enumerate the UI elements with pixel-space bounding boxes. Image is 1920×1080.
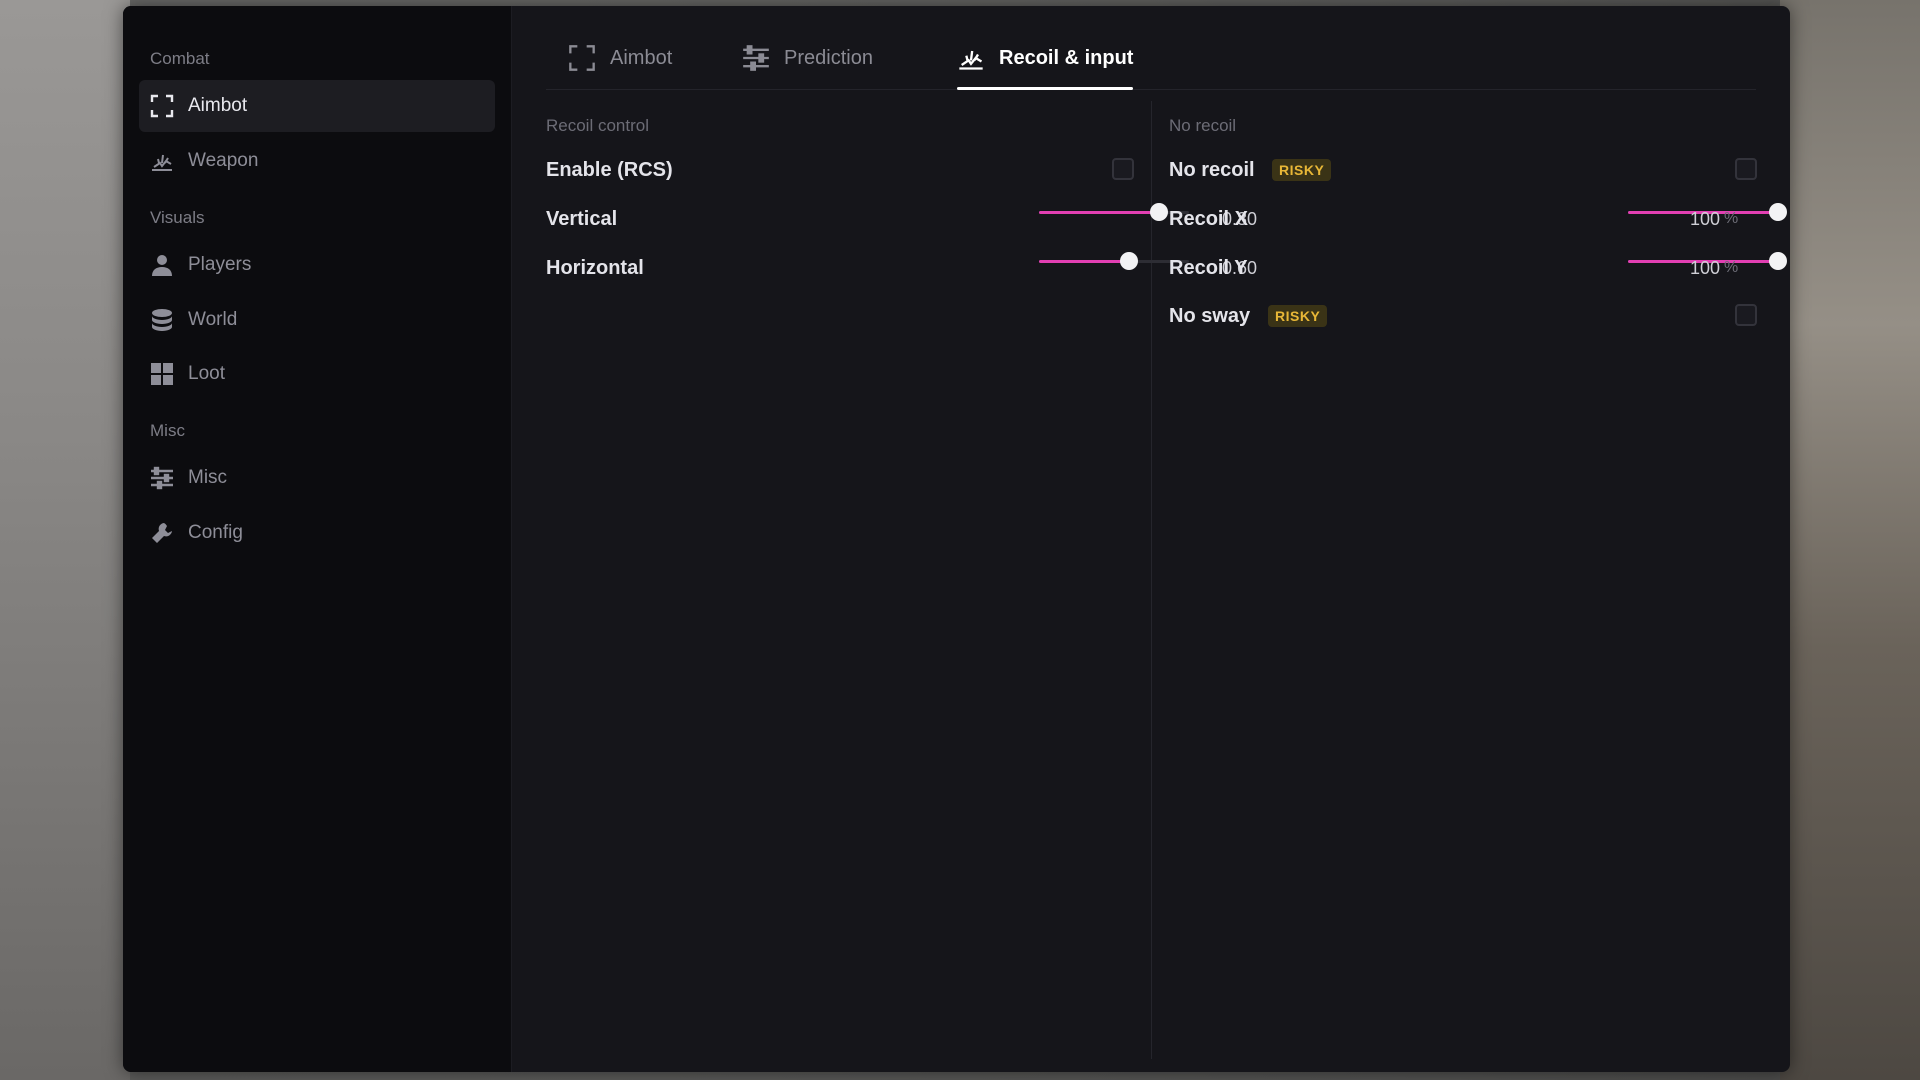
weapon-burst-icon [149, 148, 175, 174]
crosshair-frame-icon [568, 44, 596, 72]
main-panel: Aimbot Prediction Recoil & input Recoil … [512, 6, 1790, 1072]
vertical-label: Vertical [546, 208, 618, 230]
sidebar-item-label: Misc [188, 467, 228, 488]
slider-knob[interactable] [1769, 203, 1787, 221]
slider-knob[interactable] [1769, 252, 1787, 270]
no-sway-label: No sway [1169, 305, 1251, 327]
slider-fill [1039, 211, 1159, 214]
tab-bar: Aimbot Prediction Recoil & input [546, 28, 1756, 90]
no-recoil-title: No recoil [1169, 116, 1237, 135]
background-right [1780, 0, 1920, 1080]
horizontal-label: Horizontal [546, 257, 644, 279]
sidebar-item-label: Aimbot [188, 95, 248, 116]
sidebar-item-misc[interactable]: Misc [139, 452, 495, 504]
sliders-icon [742, 44, 770, 72]
sidebar-section-combat: Combat [150, 49, 210, 68]
horizontal-slider[interactable] [1039, 251, 1189, 271]
person-icon [149, 252, 175, 278]
sidebar-item-label: Weapon [188, 150, 259, 171]
enable-rcs-checkbox[interactable] [1112, 158, 1134, 180]
wrench-icon [149, 520, 175, 546]
risky-badge: RISKY [1272, 159, 1332, 181]
sidebar-item-label: Players [188, 254, 252, 275]
recoil-x-unit: % [1724, 210, 1739, 227]
grid-icon [149, 361, 175, 387]
database-icon [149, 307, 175, 333]
sidebar-item-label: Loot [188, 363, 225, 384]
no-recoil-label: No recoil [1169, 159, 1255, 181]
sidebar: Combat Aimbot Weapon Visuals Players Wor [123, 6, 512, 1072]
sidebar-item-weapon[interactable]: Weapon [139, 135, 495, 187]
sidebar-item-label: Config [188, 522, 243, 543]
cheat-menu-window: Combat Aimbot Weapon Visuals Players Wor [123, 6, 1790, 1072]
tab-aimbot[interactable]: Aimbot [568, 28, 672, 88]
vertical-slider[interactable] [1039, 202, 1189, 222]
sidebar-section-visuals: Visuals [150, 208, 205, 227]
sidebar-section-misc: Misc [150, 421, 185, 440]
sliders-icon [149, 465, 175, 491]
no-recoil-checkbox[interactable] [1735, 158, 1757, 180]
slider-fill [1039, 260, 1129, 263]
sidebar-item-world[interactable]: World [139, 294, 495, 346]
crosshair-frame-icon [149, 93, 175, 119]
tab-prediction[interactable]: Prediction [742, 28, 873, 88]
slider-knob[interactable] [1150, 203, 1168, 221]
recoil-y-value: 100 [1689, 258, 1720, 278]
no-sway-checkbox[interactable] [1735, 304, 1757, 326]
risky-badge: RISKY [1268, 305, 1328, 327]
sidebar-item-label: World [188, 309, 238, 330]
column-divider [1151, 101, 1152, 1059]
recoil-x-value: 100 [1689, 209, 1720, 229]
recoil-y-unit: % [1724, 259, 1739, 276]
sidebar-item-aimbot[interactable]: Aimbot [139, 80, 495, 132]
tab-label: Recoil & input [999, 46, 1134, 69]
weapon-burst-icon [957, 44, 985, 72]
tab-recoil-input[interactable]: Recoil & input [957, 28, 1134, 90]
recoil-x-label: Recoil X [1169, 208, 1248, 230]
recoil-control-title: Recoil control [546, 116, 649, 135]
sidebar-item-config[interactable]: Config [139, 507, 495, 559]
sidebar-item-players[interactable]: Players [139, 239, 495, 291]
recoil-y-label: Recoil Y [1169, 257, 1248, 279]
slider-knob[interactable] [1120, 252, 1138, 270]
enable-rcs-label: Enable (RCS) [546, 159, 673, 181]
tab-label: Prediction [784, 46, 873, 69]
background-left [0, 0, 130, 1080]
sidebar-item-loot[interactable]: Loot [139, 348, 495, 400]
tab-label: Aimbot [610, 46, 673, 69]
